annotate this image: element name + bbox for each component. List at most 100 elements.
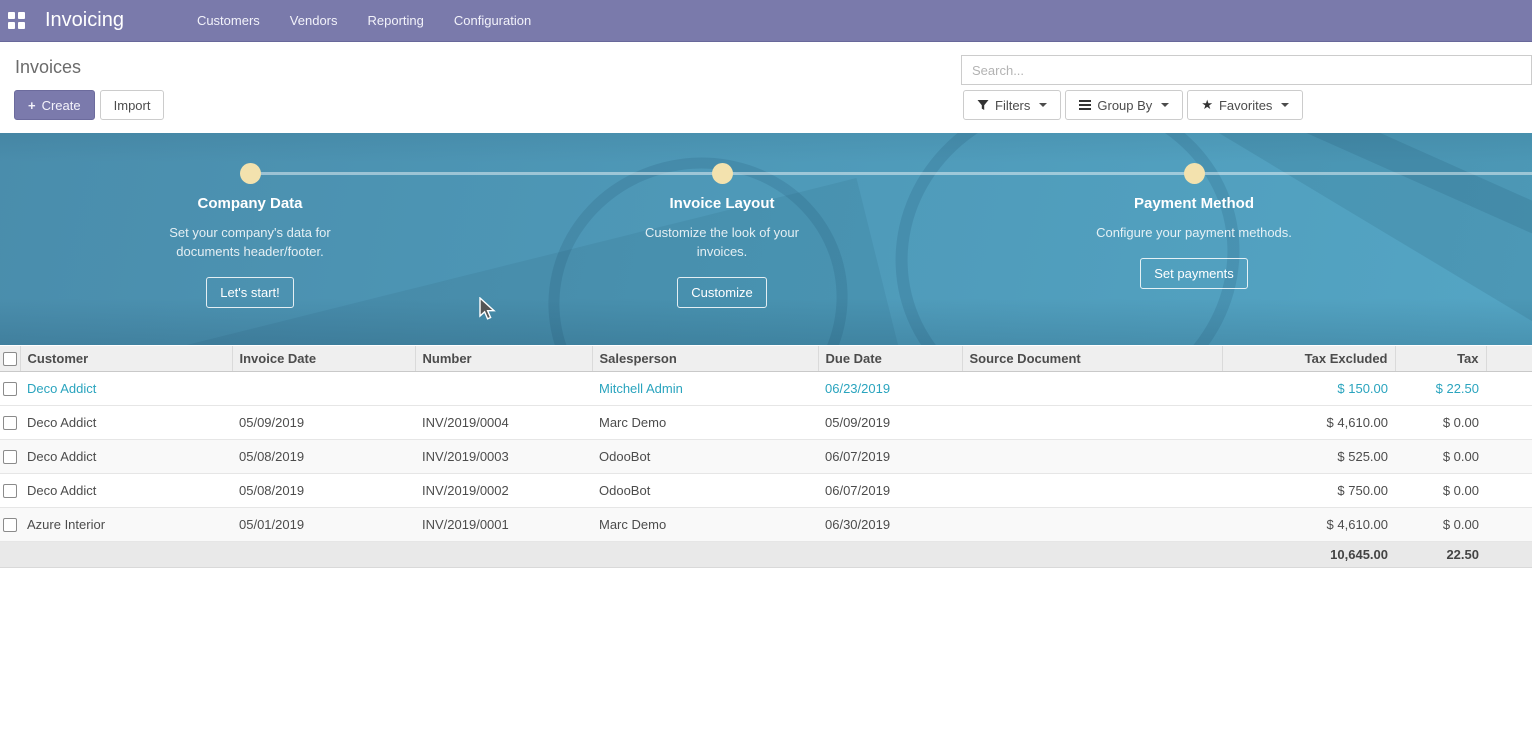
cell-invoice-date[interactable]: 05/01/2019 — [232, 507, 415, 541]
row-checkbox-cell — [0, 473, 20, 507]
totals-empty-cell — [0, 541, 1222, 567]
chevron-down-icon — [1281, 103, 1289, 107]
row-checkbox[interactable] — [3, 450, 17, 464]
cell-tax[interactable]: $ 0.00 — [1395, 507, 1486, 541]
cell-tax[interactable]: $ 0.00 — [1395, 473, 1486, 507]
cell-tax-excluded[interactable]: $ 150.00 — [1222, 371, 1395, 405]
cell-salesperson[interactable]: OdooBot — [592, 473, 818, 507]
column-header-due-date[interactable]: Due Date — [818, 346, 962, 371]
nav-item-configuration[interactable]: Configuration — [439, 1, 546, 40]
cell-customer[interactable]: Deco Addict — [20, 439, 232, 473]
cell-due-date[interactable]: 05/09/2019 — [818, 405, 962, 439]
filters-button[interactable]: Filters — [963, 90, 1061, 120]
cell-customer[interactable]: Azure Interior — [20, 507, 232, 541]
step-dot-company-data[interactable] — [240, 163, 261, 184]
cell-salesperson[interactable]: OdooBot — [592, 439, 818, 473]
search-filter-buttons: Filters Group By ★ Favorites — [963, 90, 1303, 120]
cell-salesperson[interactable]: Mitchell Admin — [592, 371, 818, 405]
cell-customer[interactable]: Deco Addict — [20, 473, 232, 507]
cell-source-document[interactable] — [962, 507, 1222, 541]
column-header-salesperson[interactable]: Salesperson — [592, 346, 818, 371]
step-description: Configure your payment methods. — [1059, 223, 1329, 242]
group-by-button[interactable]: Group By — [1065, 90, 1183, 120]
row-checkbox[interactable] — [3, 382, 17, 396]
row-checkbox-cell — [0, 507, 20, 541]
cell-source-document[interactable] — [962, 473, 1222, 507]
cell-customer[interactable]: Deco Addict — [20, 371, 232, 405]
step-description: Customize the look of your invoices. — [622, 223, 822, 261]
cell-tax-excluded[interactable]: $ 4,610.00 — [1222, 507, 1395, 541]
cell-due-date[interactable]: 06/23/2019 — [818, 371, 962, 405]
funnel-icon — [977, 99, 989, 111]
nav-menu: Customers Vendors Reporting Configuratio… — [182, 1, 546, 40]
nav-item-reporting[interactable]: Reporting — [353, 1, 439, 40]
search-box — [961, 55, 1532, 85]
column-header-customer[interactable]: Customer — [20, 346, 232, 371]
cell-tax-excluded[interactable]: $ 525.00 — [1222, 439, 1395, 473]
row-checkbox-cell — [0, 371, 20, 405]
cell-due-date[interactable]: 06/07/2019 — [818, 473, 962, 507]
cell-spacer — [1486, 405, 1532, 439]
row-checkbox[interactable] — [3, 484, 17, 498]
cell-number[interactable]: INV/2019/0002 — [415, 473, 592, 507]
invoice-row[interactable]: Deco Addict05/09/2019INV/2019/0004Marc D… — [0, 405, 1532, 439]
total-tax-excluded: 10,645.00 — [1222, 541, 1395, 567]
cell-due-date[interactable]: 06/30/2019 — [818, 507, 962, 541]
nav-item-vendors[interactable]: Vendors — [275, 1, 353, 40]
plus-icon: + — [28, 98, 36, 113]
onboarding-step-company-data: Company Data Set your company's data for… — [90, 195, 410, 308]
step-dot-invoice-layout[interactable] — [712, 163, 733, 184]
cell-source-document[interactable] — [962, 439, 1222, 473]
invoice-row[interactable]: Deco Addict05/08/2019INV/2019/0002OdooBo… — [0, 473, 1532, 507]
row-checkbox-cell — [0, 439, 20, 473]
invoice-table-body: Deco Addict Mitchell Admin06/23/2019 $ 150… — [0, 371, 1532, 541]
cell-invoice-date[interactable]: 05/08/2019 — [232, 439, 415, 473]
nav-item-customers[interactable]: Customers — [182, 1, 275, 40]
lets-start-button[interactable]: Let's start! — [206, 277, 294, 308]
cell-number[interactable] — [415, 371, 592, 405]
step-title: Invoice Layout — [562, 195, 882, 212]
control-panel: Invoices + Create Import Filters — [0, 43, 1532, 133]
row-checkbox[interactable] — [3, 518, 17, 532]
step-title: Company Data — [90, 195, 410, 212]
apps-grid-icon[interactable] — [8, 12, 25, 29]
cell-invoice-date[interactable]: 05/08/2019 — [232, 473, 415, 507]
import-button[interactable]: Import — [100, 90, 165, 120]
cell-tax-excluded[interactable]: $ 4,610.00 — [1222, 405, 1395, 439]
cell-salesperson[interactable]: Marc Demo — [592, 507, 818, 541]
favorites-button[interactable]: ★ Favorites — [1187, 90, 1303, 120]
column-header-invoice-date[interactable]: Invoice Date — [232, 346, 415, 371]
cell-salesperson[interactable]: Marc Demo — [592, 405, 818, 439]
set-payments-button[interactable]: Set payments — [1140, 258, 1248, 289]
cell-number[interactable]: INV/2019/0001 — [415, 507, 592, 541]
cell-tax-excluded[interactable]: $ 750.00 — [1222, 473, 1395, 507]
invoice-row[interactable]: Deco Addict05/08/2019INV/2019/0003OdooBo… — [0, 439, 1532, 473]
search-input[interactable] — [961, 55, 1532, 85]
column-header-tax[interactable]: Tax — [1395, 346, 1486, 371]
column-header-tax-excluded[interactable]: Tax Excluded — [1222, 346, 1395, 371]
chevron-down-icon — [1039, 103, 1047, 107]
column-header-number[interactable]: Number — [415, 346, 592, 371]
cell-number[interactable]: INV/2019/0003 — [415, 439, 592, 473]
cell-invoice-date[interactable]: 05/09/2019 — [232, 405, 415, 439]
cell-customer[interactable]: Deco Addict — [20, 405, 232, 439]
cell-tax[interactable]: $ 22.50 — [1395, 371, 1486, 405]
column-header-spacer — [1486, 346, 1532, 371]
cell-tax[interactable]: $ 0.00 — [1395, 439, 1486, 473]
customize-button[interactable]: Customize — [677, 277, 766, 308]
cell-tax[interactable]: $ 0.00 — [1395, 405, 1486, 439]
cell-source-document[interactable] — [962, 371, 1222, 405]
invoice-row[interactable]: Azure Interior05/01/2019INV/2019/0001Mar… — [0, 507, 1532, 541]
cell-due-date[interactable]: 06/07/2019 — [818, 439, 962, 473]
row-checkbox[interactable] — [3, 416, 17, 430]
column-header-source-document[interactable]: Source Document — [962, 346, 1222, 371]
cell-spacer — [1486, 439, 1532, 473]
create-button[interactable]: + Create — [14, 90, 95, 120]
cell-source-document[interactable] — [962, 405, 1222, 439]
select-all-checkbox[interactable] — [3, 352, 17, 366]
cell-invoice-date[interactable] — [232, 371, 415, 405]
chevron-down-icon — [1161, 103, 1169, 107]
invoice-row[interactable]: Deco Addict Mitchell Admin06/23/2019 $ 150… — [0, 371, 1532, 405]
cell-number[interactable]: INV/2019/0004 — [415, 405, 592, 439]
step-dot-payment-method[interactable] — [1184, 163, 1205, 184]
